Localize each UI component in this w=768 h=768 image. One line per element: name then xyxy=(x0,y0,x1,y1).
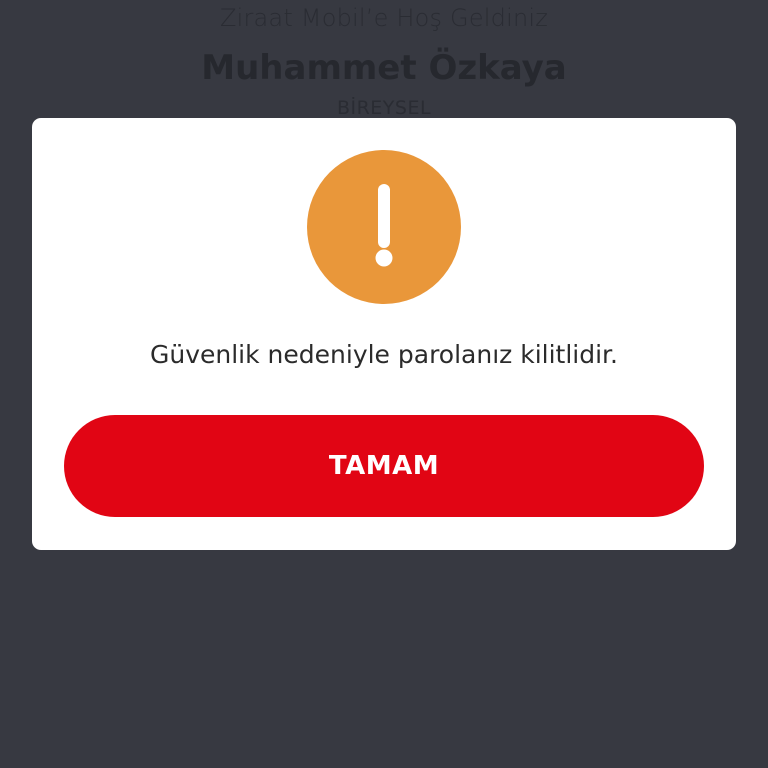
warning-icon xyxy=(307,150,461,304)
alert-message: Güvenlik nedeniyle parolanız kilitlidir. xyxy=(150,340,618,369)
exclamation-icon xyxy=(375,184,393,267)
ok-button[interactable]: TAMAM xyxy=(64,415,704,517)
user-name: Muhammet Özkaya xyxy=(201,48,567,88)
alert-dialog: Güvenlik nedeniyle parolanız kilitlidir.… xyxy=(32,118,736,550)
welcome-text: Ziraat Mobil’e Hoş Geldiniz xyxy=(219,4,549,32)
account-type-label: BİREYSEL xyxy=(336,97,432,119)
